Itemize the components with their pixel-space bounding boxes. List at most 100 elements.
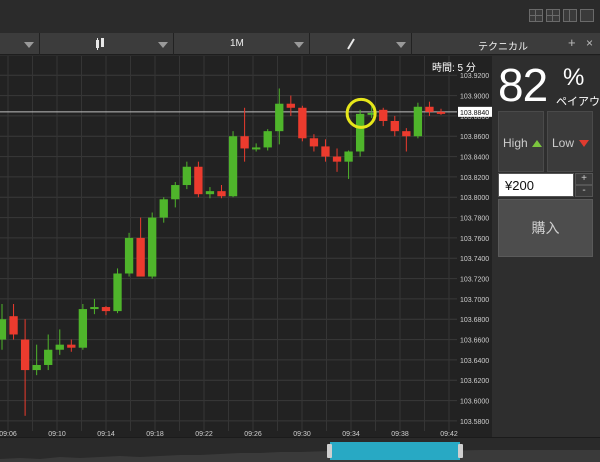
drawing-tool-selector[interactable] [310, 33, 412, 55]
y-tick-label: 103.5800 [460, 419, 489, 426]
candle-body [0, 319, 7, 340]
technical-selector[interactable]: テクニカル + × [412, 33, 600, 55]
y-tick-label: 103.7600 [460, 236, 489, 243]
candle-body [55, 344, 64, 350]
candle-down [402, 128, 411, 152]
title-bar [0, 0, 600, 33]
y-tick-label: 103.6600 [460, 338, 489, 345]
y-tick-label: 103.9000 [460, 94, 489, 101]
low-button[interactable]: Low [547, 111, 593, 172]
amount-input[interactable]: ¥200 [498, 173, 574, 197]
candle-body [171, 185, 180, 200]
candle-body [90, 307, 99, 310]
candle-body [67, 344, 76, 348]
payout-value: 82 [498, 59, 548, 111]
candlestick-icon [96, 38, 104, 50]
candle-up [205, 187, 215, 199]
candle-body [436, 111, 446, 114]
candle-down [379, 107, 388, 127]
layout-grid-icon[interactable] [529, 9, 543, 22]
candle-up [413, 102, 423, 139]
layout-single-icon[interactable] [580, 9, 594, 22]
y-tick-label: 103.8400 [460, 155, 489, 162]
y-axis-ticks: 103.9200103.9000103.8800103.8600103.8400… [458, 73, 492, 426]
payout-percent: % [563, 64, 585, 91]
candle-body [205, 191, 215, 195]
candle-body [332, 156, 342, 162]
y-tick-label: 103.7400 [460, 256, 489, 263]
pencil-icon [347, 38, 355, 50]
candle-body [217, 191, 226, 197]
candle-body [240, 136, 249, 149]
candle-body [413, 106, 423, 137]
y-tick-label: 103.8600 [460, 134, 489, 141]
high-button[interactable]: High [498, 111, 544, 172]
candle-body [101, 307, 111, 312]
candle-up [159, 197, 168, 223]
layout-quad-icon[interactable] [546, 9, 560, 22]
current-price-label: 103.8840 [460, 110, 489, 117]
candle-down [101, 306, 111, 316]
interval-label: 時間: 5 分 [432, 63, 476, 74]
chevron-down-icon [158, 42, 168, 48]
low-label: Low [552, 136, 575, 150]
layout-split-icon[interactable] [563, 9, 577, 22]
add-icon[interactable]: + [568, 35, 576, 50]
candle-body [148, 217, 157, 277]
candle-down [309, 134, 319, 152]
navigator-left-handle[interactable] [327, 444, 332, 458]
candle-body [251, 147, 261, 150]
candle-down [298, 105, 307, 142]
chevron-down-icon [396, 42, 406, 48]
candle-body [379, 109, 388, 121]
close-icon[interactable]: × [586, 36, 593, 50]
candle-body [228, 136, 238, 197]
amount-increase-button[interactable]: + [575, 173, 593, 185]
chart-type-selector[interactable] [40, 33, 174, 55]
asset-selector[interactable] [0, 33, 40, 55]
chevron-down-icon [24, 42, 34, 48]
candle-series [0, 88, 446, 416]
window-layout-buttons [529, 9, 594, 22]
candle-body [159, 199, 168, 218]
candlestick-chart: 103.9200103.9000103.8800103.8600103.8400… [0, 56, 492, 437]
candle-body [402, 131, 411, 137]
y-tick-label: 103.6000 [460, 399, 489, 406]
candle-body [136, 237, 145, 277]
candle-up [78, 303, 88, 350]
candle-body [298, 107, 307, 139]
period-selector[interactable]: 1M [174, 33, 310, 55]
y-tick-label: 103.6200 [460, 378, 489, 385]
candle-body [425, 106, 434, 112]
technical-label: テクニカル [478, 42, 528, 53]
candle-down [194, 161, 203, 198]
price-chart[interactable]: 103.9200 103.9000 103.8800 103.8600 103.8400… [0, 56, 492, 437]
y-tick-label: 103.6400 [460, 358, 489, 365]
navigator-window[interactable] [330, 442, 460, 460]
candle-down [136, 217, 145, 277]
candle-body [78, 309, 88, 348]
candle-down [67, 339, 76, 352]
candle-up [148, 212, 157, 279]
candle-body [9, 316, 18, 335]
amount-decrease-button[interactable]: - [575, 185, 593, 197]
navigator-svg [0, 442, 600, 462]
candle-down [286, 95, 295, 116]
chevron-down-icon [294, 42, 304, 48]
candle-up [0, 303, 7, 350]
candle-body [275, 103, 284, 132]
candle-body [390, 120, 399, 132]
candle-body [344, 151, 353, 162]
candle-body [355, 113, 365, 152]
chart-navigator[interactable] [0, 437, 600, 462]
y-tick-label: 103.9200 [460, 73, 489, 80]
y-tick-label: 103.8200 [460, 175, 489, 182]
candle-down [390, 115, 399, 137]
buy-button[interactable]: 購入 [498, 199, 593, 257]
navigator-right-handle[interactable] [458, 444, 463, 458]
candle-body [309, 138, 319, 147]
chart-grid [0, 56, 457, 431]
arrow-down-icon [579, 140, 589, 147]
candle-body [44, 349, 53, 365]
candle-up [171, 181, 180, 208]
